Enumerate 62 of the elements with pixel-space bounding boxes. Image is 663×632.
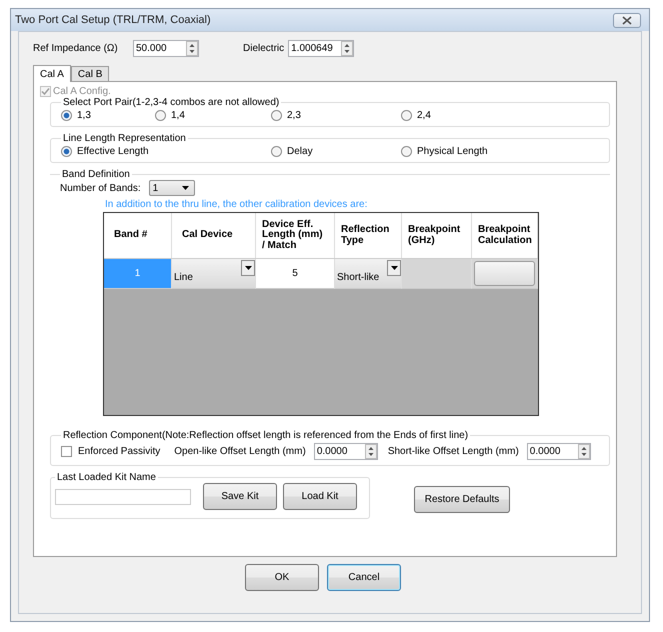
field-label: Number of Bands: [60, 182, 141, 194]
group-title: Select Port Pair(1-2,3-4 combos are not allowed) [62, 97, 280, 108]
kit-name-field[interactable] [55, 488, 191, 504]
radio-button[interactable] [271, 110, 282, 120]
radio-label: 2,3 [287, 110, 301, 120]
field-label: Short-like Offset Length (mm) [388, 446, 519, 456]
number-spinner[interactable]: 0.0000 [314, 442, 378, 460]
radio-label: 2,4 [417, 110, 431, 120]
radio-button[interactable] [401, 110, 412, 120]
field-label: Open-like Offset Length (mm) [174, 446, 306, 456]
radio-button[interactable] [271, 146, 282, 156]
tab[interactable]: Cal A [33, 65, 71, 82]
spinner-arrows-icon[interactable] [186, 40, 198, 56]
close-icon [622, 16, 632, 24]
radio-button[interactable] [61, 110, 72, 120]
restore-defaults-button[interactable]: Restore Defaults [414, 486, 510, 513]
spinner-arrows-icon[interactable] [341, 40, 354, 56]
column-header: Band # [114, 230, 148, 241]
number-spinner[interactable]: 50.000 [133, 40, 199, 56]
radio-button[interactable] [61, 146, 72, 156]
cell-dropdown[interactable]: Line [172, 259, 256, 289]
dropdown-arrow-icon [182, 186, 189, 190]
calculate-button[interactable] [474, 261, 535, 286]
field-label: Ref Impedance (Ω) [33, 42, 119, 54]
bands-dropdown[interactable]: 1 [148, 180, 195, 196]
close-button[interactable] [613, 12, 641, 28]
spinner-arrows-icon[interactable] [578, 444, 590, 458]
column-header: Cal Device [182, 230, 233, 241]
kit-button[interactable]: Load Kit [283, 483, 357, 510]
table-cell: 1 [104, 259, 172, 289]
radio-label: 1,3 [77, 110, 91, 120]
checkbox-label: Enforced Passivity [78, 446, 160, 456]
group-title: Last Loaded Kit Name [56, 472, 157, 483]
radio-label: Effective Length [77, 146, 149, 156]
dialog-button[interactable]: Cancel [327, 564, 401, 591]
dialog-button[interactable]: OK [245, 564, 319, 591]
column-header: Device Eff. Length (mm) / Match [262, 220, 324, 252]
group-title: Line Length Representation [62, 133, 187, 144]
checkbox-label: Cal A Config. [53, 86, 111, 97]
radio-label: Delay [287, 146, 313, 156]
cell-dropdown[interactable]: Short-like [335, 259, 402, 289]
radio-button[interactable] [401, 146, 412, 156]
number-spinner[interactable]: 0.0000 [526, 442, 591, 460]
dropdown-arrow-icon [390, 266, 398, 270]
radio-button[interactable] [155, 110, 166, 120]
group-title: Band Definition [61, 169, 131, 180]
column-header: Breakpoint (GHz) [408, 225, 462, 246]
table-cell[interactable]: 5 [256, 259, 335, 289]
checkbox[interactable] [61, 446, 72, 456]
dropdown-arrow-icon [244, 266, 252, 270]
group-title: Reflection Component(Note:Reflection offset length is referenced from the Ends of first line) [62, 430, 470, 441]
number-spinner[interactable]: 1.000649 [288, 40, 354, 56]
radio-label: Physical Length [417, 146, 488, 156]
column-header: Reflection Type [341, 225, 390, 246]
spinner-arrows-icon[interactable] [364, 444, 377, 458]
column-header: Breakpoint Calculation [478, 225, 532, 246]
field-label: Dielectric [243, 42, 284, 54]
info-text: In addition to the thru line, the other calibration devices are: [105, 199, 368, 210]
window-title: Two Port Cal Setup (TRL/TRM, Coaxial) [15, 14, 211, 26]
tab[interactable]: Cal B [70, 66, 110, 81]
kit-button[interactable]: Save Kit [203, 483, 277, 510]
radio-label: 1,4 [171, 110, 185, 120]
